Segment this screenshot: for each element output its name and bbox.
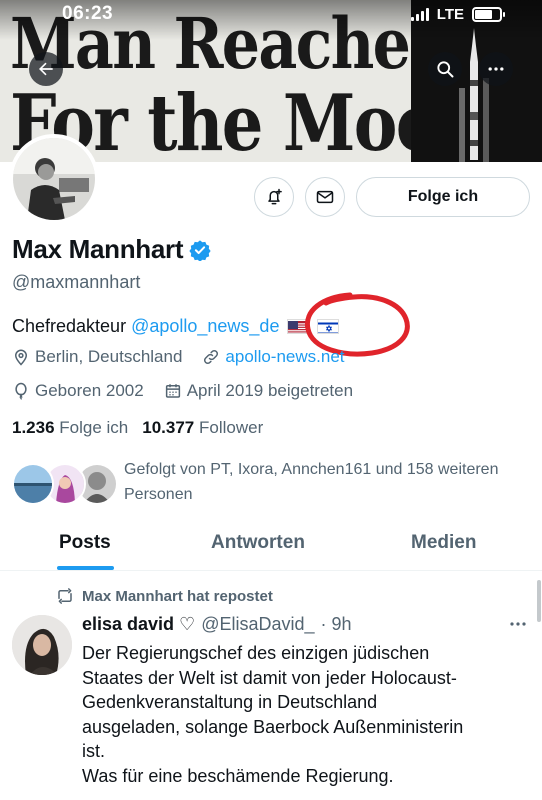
repost-label: Max Mannhart hat repostet: [82, 587, 273, 605]
profile-tabs: Posts Antworten Medien: [0, 517, 542, 571]
name-row: Max Mannhart: [12, 234, 211, 265]
tab-replies[interactable]: Antworten: [211, 532, 305, 554]
search-icon: [437, 61, 454, 78]
followed-by-text[interactable]: Gefolgt von PT, Ixora, Annchen161 und 15…: [124, 457, 524, 507]
bio-mention-link[interactable]: @apollo_news_de: [131, 316, 279, 337]
follower-avatar-1: [12, 463, 54, 505]
profile-avatar[interactable]: [9, 134, 99, 224]
following-count: 1.236: [12, 418, 55, 437]
back-button[interactable]: [29, 52, 63, 86]
followers-count-link[interactable]: 10.377 Follower: [142, 418, 263, 438]
birthday-item: Geboren 2002: [12, 381, 144, 401]
website-link[interactable]: apollo-news.net: [225, 347, 344, 367]
joined-item: April 2019 beigetreten: [164, 381, 353, 401]
scrollbar[interactable]: [537, 580, 541, 622]
network-label: LTE: [436, 6, 464, 23]
repost-icon: [58, 588, 72, 604]
verified-badge-icon[interactable]: [189, 239, 211, 261]
envelope-icon: [316, 190, 334, 204]
profile-bio: Chefredakteur @apollo_news_de: [12, 316, 340, 337]
tab-media[interactable]: Medien: [411, 532, 476, 554]
post-time: · 9h: [320, 614, 352, 634]
calendar-icon: [165, 384, 180, 398]
followers-count: 10.377: [142, 418, 195, 437]
following-button[interactable]: Folge ich: [356, 177, 530, 217]
status-indicators: LTE: [410, 6, 505, 23]
location-pin-icon: [14, 349, 28, 366]
search-button[interactable]: [428, 52, 462, 86]
tab-posts[interactable]: Posts: [59, 532, 111, 554]
arrow-left-icon: [39, 62, 53, 76]
post-text[interactable]: Der Regierungschef des einzigen jüdische…: [82, 641, 528, 788]
post-author-name[interactable]: elisa david ♡: [82, 614, 195, 635]
active-tab-indicator: [57, 566, 114, 570]
rocket-image: [459, 28, 489, 162]
link-icon: [204, 349, 219, 365]
location-text: Berlin, Deutschland: [35, 347, 183, 366]
post-author-avatar[interactable]: [12, 615, 72, 675]
repost-indicator[interactable]: Max Mannhart hat repostet: [56, 587, 273, 605]
more-horizontal-icon: [488, 67, 504, 71]
followed-by-avatars[interactable]: [12, 463, 118, 507]
notifications-button[interactable]: [254, 177, 294, 217]
avatar-photo: [13, 138, 95, 220]
meta-row-dates: Geboren 2002 April 2019 beigetreten: [12, 381, 353, 401]
followers-label: Follower: [199, 418, 264, 437]
location-item: Berlin, Deutschland: [12, 347, 182, 367]
following-count-link[interactable]: 1.236 Folge ich: [12, 418, 128, 438]
post-header: elisa david ♡ @ElisaDavid_ · 9h: [82, 614, 352, 635]
website-item[interactable]: apollo-news.net: [202, 347, 345, 367]
post-more-icon[interactable]: [508, 618, 528, 630]
profile-handle: @maxmannhart: [12, 272, 141, 292]
following-label: Folge ich: [59, 418, 129, 437]
message-button[interactable]: [305, 177, 345, 217]
post-author-handle[interactable]: @ElisaDavid_: [201, 614, 314, 635]
joined-text: April 2019 beigetreten: [186, 381, 354, 400]
signal-icon: [410, 8, 429, 21]
status-time: 06:23: [62, 3, 114, 24]
bell-plus-icon: [268, 188, 282, 205]
meta-row-location: Berlin, Deutschland apollo-news.net: [12, 347, 345, 367]
birthday-text: Geboren 2002: [35, 381, 144, 400]
follow-counts: 1.236 Folge ich 10.377 Follower: [12, 418, 263, 438]
display-name: Max Mannhart: [12, 234, 184, 264]
balloon-icon: [15, 382, 27, 400]
battery-icon: [472, 7, 505, 22]
bio-text: Chefredakteur: [12, 316, 132, 336]
more-button[interactable]: [479, 52, 513, 86]
